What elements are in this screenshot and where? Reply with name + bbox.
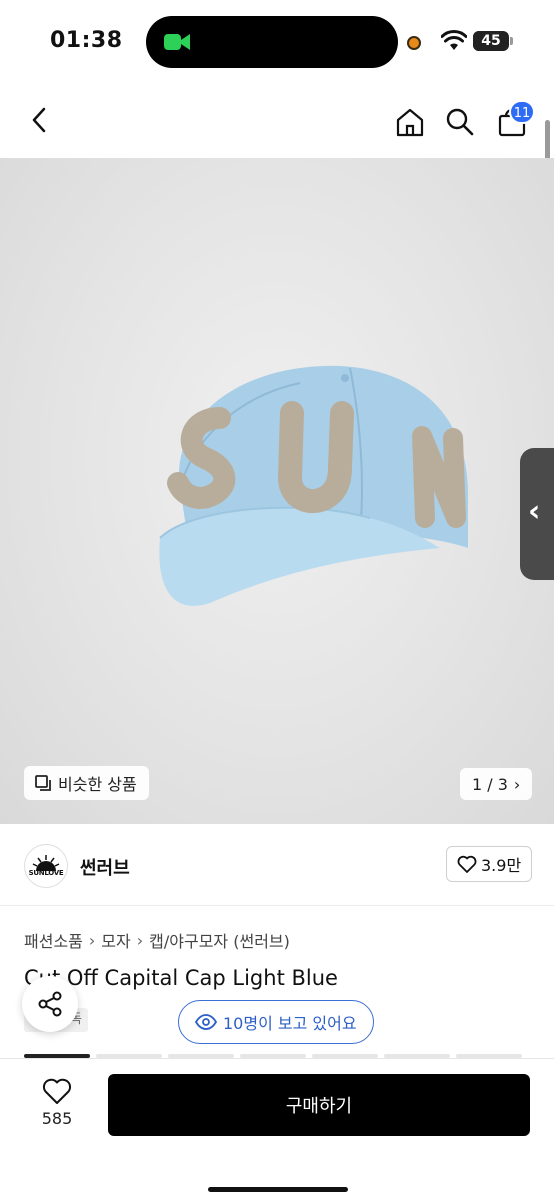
home-icon bbox=[396, 108, 424, 137]
breadcrumb-item[interactable]: 패션소품 bbox=[24, 928, 83, 952]
breadcrumb: 패션소품 › 모자 › 캡/야구모자 (썬러브) bbox=[24, 928, 290, 952]
shop-row[interactable]: SUNLOVE 썬러브 3.9만 bbox=[0, 824, 554, 906]
copy-icon bbox=[35, 775, 51, 791]
battery-level: 45 bbox=[481, 33, 501, 49]
wishlist-button[interactable]: 585 bbox=[30, 1077, 84, 1128]
dynamic-island bbox=[146, 16, 398, 68]
chevron-right-icon: › bbox=[136, 930, 144, 950]
share-button[interactable] bbox=[22, 976, 78, 1032]
status-time: 01:38 bbox=[50, 28, 123, 53]
shop-logo-text: SUNLOVE bbox=[28, 869, 64, 877]
search-button[interactable] bbox=[440, 102, 480, 142]
viewers-text: 10명이 보고 있어요 bbox=[223, 1014, 357, 1033]
top-nav bbox=[0, 86, 554, 158]
buy-button[interactable]: 구매하기 bbox=[108, 1074, 530, 1136]
similar-products-button[interactable]: 비슷한 상품 bbox=[24, 766, 149, 800]
cart-count-badge: 11 bbox=[509, 100, 535, 124]
shop-like-button[interactable]: 3.9만 bbox=[446, 846, 533, 882]
status-bar: 01:38 45 bbox=[0, 0, 554, 86]
wishlist-count: 585 bbox=[41, 1109, 73, 1128]
search-icon bbox=[446, 108, 474, 136]
heart-icon bbox=[42, 1078, 72, 1104]
viewers-badge: 10명이 보고 있어요 bbox=[178, 1000, 374, 1044]
eye-icon bbox=[195, 1014, 217, 1030]
chevron-left-icon: ‹ bbox=[528, 494, 541, 529]
cap-illustration bbox=[159, 365, 469, 606]
wifi-icon bbox=[441, 30, 467, 50]
side-panel-handle[interactable]: ‹ bbox=[520, 448, 554, 580]
chevron-right-icon: › bbox=[513, 774, 521, 794]
breadcrumb-item[interactable]: 캡/야구모자 (썬러브) bbox=[149, 928, 290, 952]
shop-logo[interactable]: SUNLOVE bbox=[24, 844, 68, 888]
shop-name[interactable]: 썬러브 bbox=[80, 854, 130, 880]
battery-tip bbox=[510, 37, 513, 45]
home-indicator bbox=[208, 1187, 348, 1192]
image-pager[interactable]: 1 / 3 › bbox=[460, 768, 533, 800]
battery-icon: 45 bbox=[473, 31, 509, 51]
breadcrumb-item[interactable]: 모자 bbox=[101, 928, 130, 952]
pager-text: 1 / 3 bbox=[472, 774, 508, 794]
facetime-camera-icon bbox=[164, 34, 190, 50]
mic-indicator-icon bbox=[407, 36, 421, 50]
product-image[interactable]: ‹ 비슷한 상품 1 / 3 › bbox=[0, 158, 554, 824]
similar-products-label: 비슷한 상품 bbox=[58, 775, 137, 794]
shop-like-count: 3.9만 bbox=[481, 856, 522, 875]
chevron-left-icon bbox=[32, 107, 46, 133]
chevron-right-icon: › bbox=[88, 930, 96, 950]
bottom-action-bar: 585 구매하기 bbox=[0, 1058, 554, 1200]
home-button[interactable] bbox=[390, 102, 430, 142]
heart-icon bbox=[457, 855, 477, 873]
share-icon bbox=[38, 991, 62, 1017]
back-button[interactable] bbox=[20, 100, 60, 140]
